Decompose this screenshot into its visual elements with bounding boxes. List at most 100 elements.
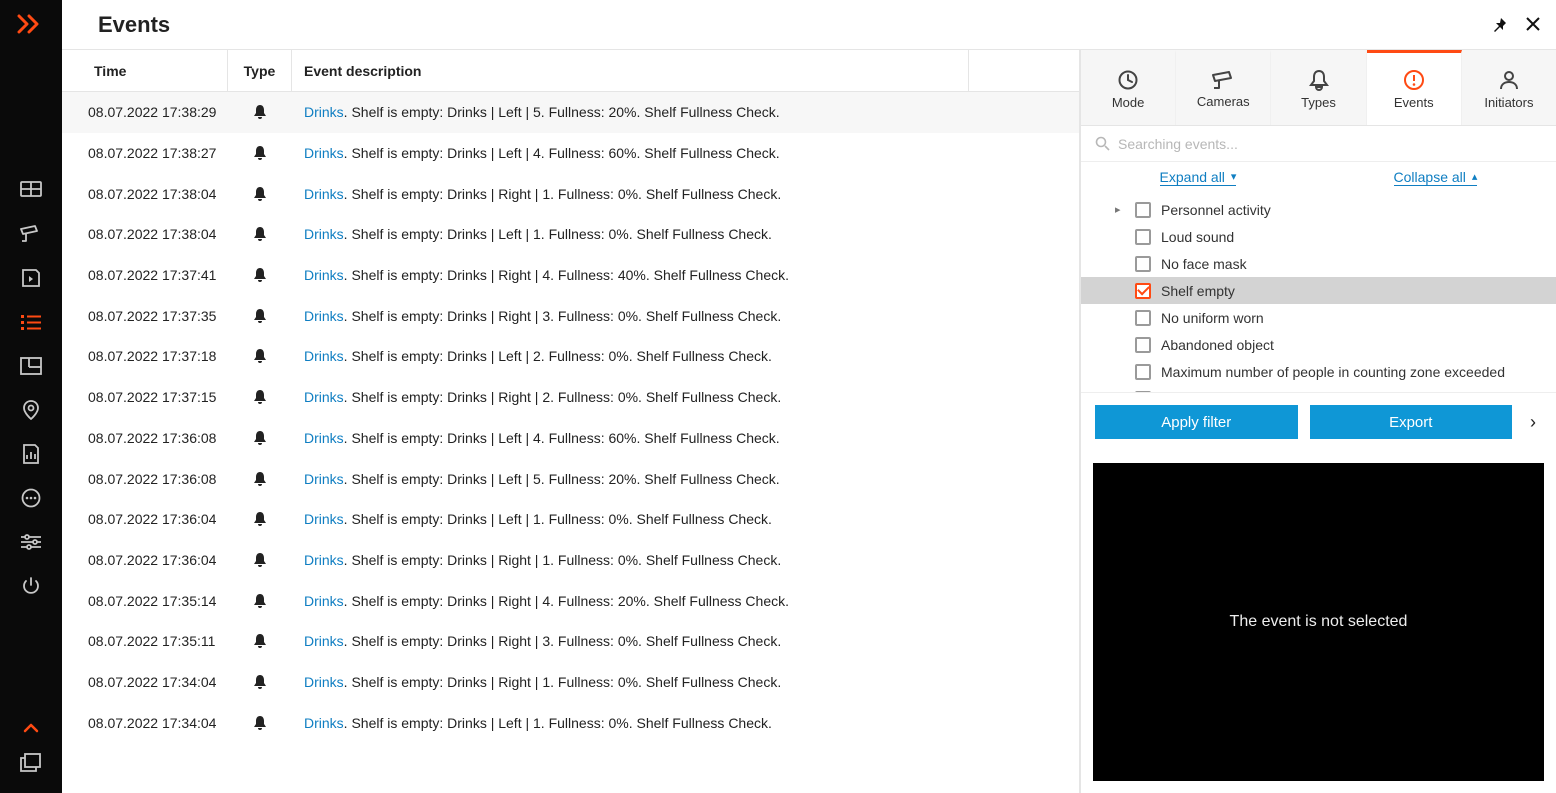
rail-item-more[interactable] bbox=[0, 476, 62, 520]
rail-item-settings[interactable] bbox=[0, 520, 62, 564]
cell-desc: Drinks. Shelf is empty: Drinks | Left | … bbox=[292, 226, 969, 242]
camera-link[interactable]: Drinks bbox=[304, 552, 344, 568]
tab-initiators[interactable]: Initiators bbox=[1462, 50, 1556, 125]
cell-time: 08.07.2022 17:35:14 bbox=[62, 593, 228, 609]
collapse-all-link[interactable]: Collapse all▴ bbox=[1394, 169, 1478, 186]
tab-events[interactable]: Events bbox=[1367, 50, 1462, 125]
rail-item-archive[interactable] bbox=[0, 256, 62, 300]
camera-link[interactable]: Drinks bbox=[304, 674, 344, 690]
pin-icon[interactable] bbox=[1492, 17, 1508, 33]
camera-link[interactable]: Drinks bbox=[304, 348, 344, 364]
cell-time: 08.07.2022 17:34:04 bbox=[62, 715, 228, 731]
table-row[interactable]: 08.07.2022 17:38:29Drinks. Shelf is empt… bbox=[62, 92, 1079, 133]
filter-tree[interactable]: ▸Personnel activityLoud soundNo face mas… bbox=[1081, 192, 1556, 392]
filter-item[interactable]: Loud sound bbox=[1081, 223, 1556, 250]
table-row[interactable]: 08.07.2022 17:38:04Drinks. Shelf is empt… bbox=[62, 173, 1079, 214]
rail-item-events[interactable] bbox=[0, 300, 62, 344]
table-row[interactable]: 08.07.2022 17:35:11Drinks. Shelf is empt… bbox=[62, 621, 1079, 662]
table-row[interactable]: 08.07.2022 17:34:04Drinks. Shelf is empt… bbox=[62, 662, 1079, 703]
apply-filter-button[interactable]: Apply filter bbox=[1095, 405, 1298, 439]
expand-all-link[interactable]: Expand all▾ bbox=[1160, 169, 1237, 186]
panel-collapse-icon[interactable]: › bbox=[1524, 412, 1542, 433]
filter-item[interactable]: ▸Personnel activity bbox=[1081, 196, 1556, 223]
filter-label: Shelf empty bbox=[1161, 283, 1235, 299]
bell-icon bbox=[228, 715, 292, 731]
camera-link[interactable]: Drinks bbox=[304, 471, 344, 487]
tab-cameras[interactable]: Cameras bbox=[1176, 50, 1271, 125]
table-row[interactable]: 08.07.2022 17:37:35Drinks. Shelf is empt… bbox=[62, 295, 1079, 336]
close-icon[interactable] bbox=[1526, 17, 1540, 33]
table-row[interactable]: 08.07.2022 17:34:04Drinks. Shelf is empt… bbox=[62, 702, 1079, 743]
table-row[interactable]: 08.07.2022 17:37:18Drinks. Shelf is empt… bbox=[62, 336, 1079, 377]
filter-item[interactable]: Abandoned object bbox=[1081, 331, 1556, 358]
app-logo-icon bbox=[0, 0, 62, 48]
table-row[interactable]: 08.07.2022 17:35:14Drinks. Shelf is empt… bbox=[62, 580, 1079, 621]
table-body[interactable]: 08.07.2022 17:38:29Drinks. Shelf is empt… bbox=[62, 92, 1079, 793]
rail-item-plans[interactable] bbox=[0, 344, 62, 388]
rail-expand-icon[interactable] bbox=[23, 723, 39, 741]
cameras-icon bbox=[1211, 70, 1235, 90]
collapse-all-label: Collapse all bbox=[1394, 169, 1466, 185]
checkbox[interactable] bbox=[1135, 283, 1151, 299]
bell-icon bbox=[228, 674, 292, 690]
rail-item-reports[interactable] bbox=[0, 432, 62, 476]
tab-types[interactable]: Types bbox=[1271, 50, 1366, 125]
camera-link[interactable]: Drinks bbox=[304, 715, 344, 731]
rail-item-power[interactable] bbox=[0, 564, 62, 608]
bell-icon bbox=[228, 389, 292, 405]
table-row[interactable]: 08.07.2022 17:38:04 Drinks. Shelf is empt… bbox=[62, 214, 1079, 255]
camera-link[interactable]: Drinks bbox=[304, 430, 344, 446]
table-row[interactable]: 08.07.2022 17:36:08Drinks. Shelf is empt… bbox=[62, 458, 1079, 499]
col-header-time[interactable]: Time bbox=[62, 50, 228, 91]
camera-link[interactable]: Drinks bbox=[304, 186, 344, 202]
cell-time: 08.07.2022 17:36:08 bbox=[62, 430, 228, 446]
rail-item-views[interactable] bbox=[0, 168, 62, 212]
rail-item-cameras[interactable] bbox=[0, 212, 62, 256]
checkbox[interactable] bbox=[1135, 391, 1151, 393]
filter-item[interactable]: Number of people in counting zone is bac… bbox=[1081, 385, 1556, 392]
col-header-type[interactable]: Type bbox=[228, 50, 292, 91]
camera-link[interactable]: Drinks bbox=[304, 308, 344, 324]
checkbox[interactable] bbox=[1135, 256, 1151, 272]
camera-link[interactable]: Drinks bbox=[304, 104, 344, 120]
camera-link[interactable]: Drinks bbox=[304, 633, 344, 649]
table-row[interactable]: 08.07.2022 17:36:08Drinks. Shelf is empt… bbox=[62, 418, 1079, 459]
cell-desc: Drinks. Shelf is empty: Drinks | Right |… bbox=[292, 552, 969, 568]
tab-mode[interactable]: Mode bbox=[1081, 50, 1176, 125]
cell-desc: Drinks. Shelf is empty: Drinks | Right |… bbox=[292, 389, 969, 405]
filter-label: Maximum number of people in counting zon… bbox=[1161, 364, 1505, 380]
search-input[interactable] bbox=[1118, 136, 1542, 152]
filter-item[interactable]: Shelf empty bbox=[1081, 277, 1556, 304]
rail-item-windows[interactable] bbox=[0, 741, 62, 785]
camera-link[interactable]: Drinks bbox=[304, 389, 344, 405]
cell-time: 08.07.2022 17:38:04 bbox=[62, 226, 228, 242]
camera-link[interactable]: Drinks bbox=[304, 267, 344, 283]
checkbox[interactable] bbox=[1135, 229, 1151, 245]
table-row[interactable]: 08.07.2022 17:37:15Drinks. Shelf is empt… bbox=[62, 377, 1079, 418]
camera-link[interactable]: Drinks bbox=[304, 226, 344, 242]
bell-icon bbox=[228, 348, 292, 364]
checkbox[interactable] bbox=[1135, 337, 1151, 353]
table-row[interactable]: 08.07.2022 17:36:04Drinks. Shelf is empt… bbox=[62, 540, 1079, 581]
chevron-right-icon[interactable]: ▸ bbox=[1115, 203, 1121, 216]
cell-time: 08.07.2022 17:34:04 bbox=[62, 674, 228, 690]
col-header-desc[interactable]: Event description bbox=[292, 50, 969, 91]
cell-desc: Drinks. Shelf is empty: Drinks | Left | … bbox=[292, 145, 969, 161]
bell-icon bbox=[228, 267, 292, 283]
filter-item[interactable]: No uniform worn bbox=[1081, 304, 1556, 331]
checkbox[interactable] bbox=[1135, 310, 1151, 326]
checkbox[interactable] bbox=[1135, 364, 1151, 380]
rail-item-maps[interactable] bbox=[0, 388, 62, 432]
camera-link[interactable]: Drinks bbox=[304, 593, 344, 609]
export-button[interactable]: Export bbox=[1310, 405, 1513, 439]
checkbox[interactable] bbox=[1135, 202, 1151, 218]
bell-icon bbox=[228, 633, 292, 649]
bell-icon bbox=[228, 511, 292, 527]
filter-item[interactable]: Maximum number of people in counting zon… bbox=[1081, 358, 1556, 385]
camera-link[interactable]: Drinks bbox=[304, 511, 344, 527]
table-row[interactable]: 08.07.2022 17:38:27Drinks. Shelf is empt… bbox=[62, 133, 1079, 174]
filter-item[interactable]: No face mask bbox=[1081, 250, 1556, 277]
table-row[interactable]: 08.07.2022 17:37:41Drinks. Shelf is empt… bbox=[62, 255, 1079, 296]
camera-link[interactable]: Drinks bbox=[304, 145, 344, 161]
table-row[interactable]: 08.07.2022 17:36:04Drinks. Shelf is empt… bbox=[62, 499, 1079, 540]
